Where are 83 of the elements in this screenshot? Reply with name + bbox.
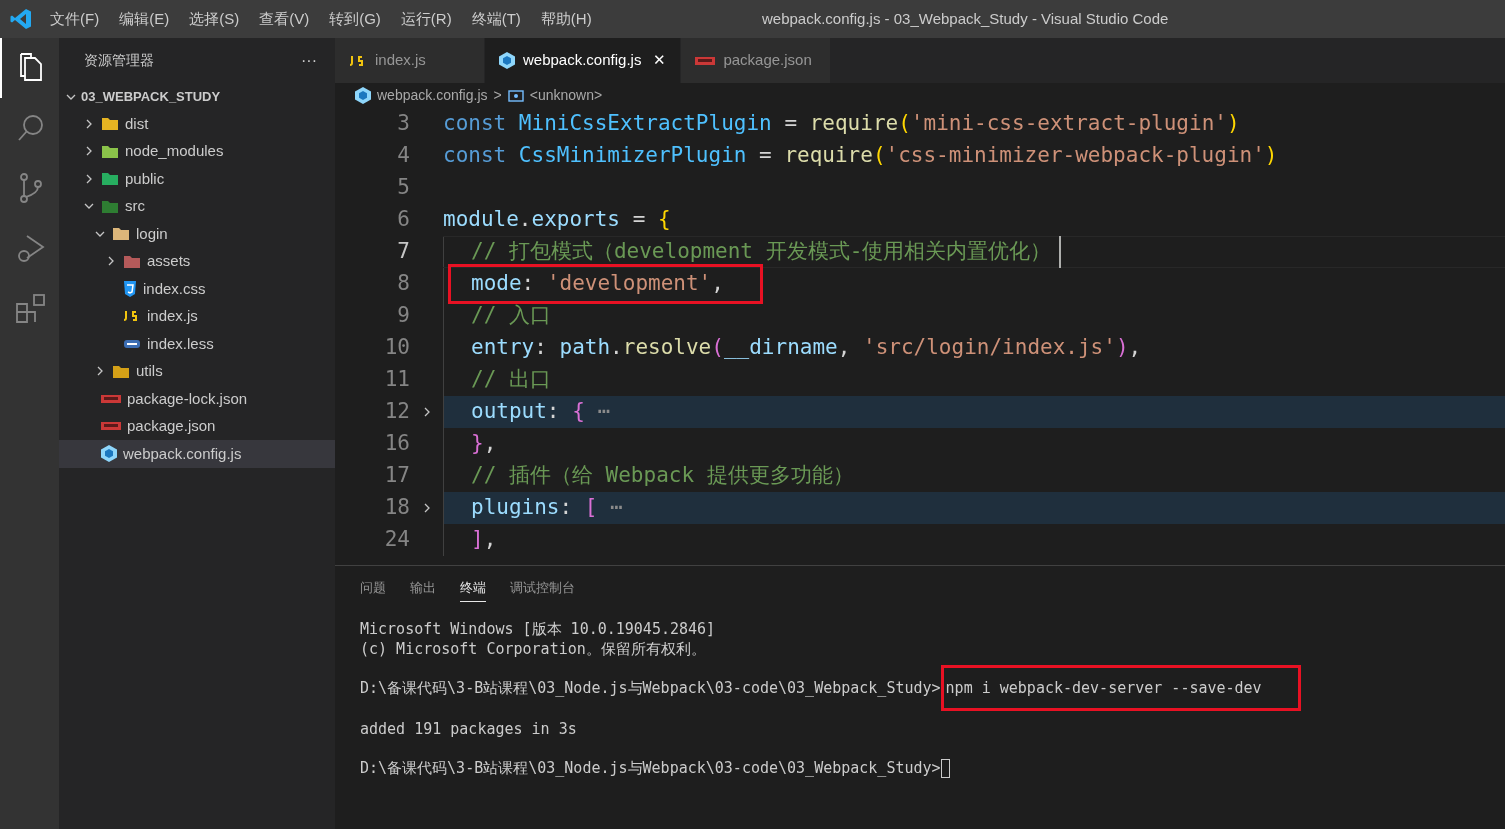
- tree-item[interactable]: index.less: [59, 330, 335, 358]
- menu-item[interactable]: 文件(F): [50, 7, 100, 31]
- hexagon-icon: [101, 445, 117, 463]
- line-number: 7: [396, 238, 410, 266]
- line-number: 4: [396, 142, 410, 170]
- close-icon[interactable]: ✕: [653, 49, 667, 72]
- tree-item[interactable]: package.json: [59, 412, 335, 440]
- terminal-prompt: D:\备课代码\3-B站课程\03_Node.js与Webpack\03-code\03_Webpack_Study>: [360, 757, 941, 779]
- folder-icon: [101, 143, 119, 159]
- menu-item[interactable]: 编辑(E): [119, 7, 170, 31]
- hexagon-icon: [499, 52, 515, 69]
- css-file-icon: [123, 280, 137, 297]
- tree-item[interactable]: public: [59, 165, 335, 193]
- code-line: ],: [443, 524, 1505, 556]
- npm-file-icon: [101, 394, 121, 403]
- menu-item[interactable]: 帮助(H): [540, 7, 592, 31]
- npm-file-icon: [101, 422, 121, 431]
- tree-item[interactable]: node_modules: [59, 137, 335, 165]
- code-line: const CssMinimizerPlugin = require('css-minimizer-webpack-plugin'): [443, 142, 1279, 170]
- line-number: 11: [383, 366, 410, 394]
- folder-icon: [101, 171, 119, 187]
- extensions-icon[interactable]: [14, 292, 47, 324]
- tree-item[interactable]: assets: [59, 247, 335, 275]
- line-number: 10: [383, 334, 410, 362]
- editor-tab[interactable]: webpack.config.js ✕: [485, 38, 682, 83]
- folder-icon: [123, 253, 141, 269]
- menu-item[interactable]: 查看(V): [259, 7, 310, 31]
- line-number: 16: [383, 430, 410, 458]
- code-line: // 入口: [443, 300, 1505, 332]
- menu-item[interactable]: 终端(T): [471, 7, 521, 31]
- code-line: const MiniCssExtractPlugin = require('mini-css-extract-plugin'): [443, 110, 1241, 138]
- panel-tab[interactable]: 终端: [460, 573, 486, 603]
- terminal-output: added 191 packages in 3s: [360, 719, 578, 738]
- sidebar-title: 资源管理器: [84, 51, 154, 70]
- more-actions[interactable]: ···: [301, 48, 317, 73]
- line-number: 24: [383, 526, 410, 554]
- code-line: // 打包模式（development 开发模式-使用相关内置优化）: [443, 236, 1505, 268]
- panel-tab[interactable]: 输出: [410, 573, 436, 603]
- tree-item[interactable]: package-lock.json: [59, 385, 335, 413]
- tree-item[interactable]: dist: [59, 110, 335, 138]
- terminal-prompt: D:\备课代码\3-B站课程\03_Node.js与Webpack\03-code\03_Webpack_Study>: [360, 677, 941, 699]
- folder-icon: [112, 226, 130, 242]
- editor-tab[interactable]: index.js: [335, 38, 485, 83]
- editor-tab[interactable]: package.json: [681, 38, 832, 83]
- tree-item[interactable]: index.js: [59, 302, 335, 330]
- search-icon[interactable]: [15, 113, 46, 143]
- folder-icon: [112, 363, 130, 379]
- code-line: },: [443, 428, 1505, 460]
- less-file-icon: [123, 338, 141, 349]
- line-number: 9: [396, 302, 410, 330]
- folder-icon: [101, 198, 119, 214]
- symbol-icon: [507, 89, 524, 102]
- panel-tab[interactable]: 问题: [360, 573, 386, 603]
- line-number: 18: [383, 494, 410, 522]
- terminal-command: npm i webpack-dev-server --save-dev: [945, 677, 1262, 699]
- tree-item[interactable]: 03_WEBPACK_STUDY: [59, 83, 335, 110]
- breadcrumb-item[interactable]: webpack.config.js: [377, 85, 488, 106]
- tree-item[interactable]: login: [59, 220, 335, 248]
- breadcrumb-item[interactable]: <unknown>: [529, 85, 603, 106]
- line-number: 17: [383, 462, 410, 490]
- app-logo-icon: [10, 8, 32, 30]
- line-number: 8: [396, 270, 410, 298]
- code-line: entry: path.resolve(__dirname, 'src/login/index.js'),: [443, 332, 1505, 364]
- folder-icon: [101, 116, 119, 132]
- tree-item[interactable]: utils: [59, 357, 335, 385]
- menu-item[interactable]: 转到(G): [329, 7, 381, 31]
- terminal-output: (c) Microsoft Corporation。保留所有权利。: [360, 639, 707, 658]
- terminal-output: Microsoft Windows [版本 10.0.19045.2846]: [360, 619, 717, 638]
- panel-tab[interactable]: 调试控制台: [510, 573, 575, 603]
- menu-item[interactable]: 选择(S): [189, 7, 240, 31]
- window-title: webpack.config.js - 03_Webpack_Study - Visual Studio Code: [762, 8, 1169, 29]
- hexagon-icon: [355, 87, 371, 104]
- tree-item[interactable]: webpack.config.js: [59, 440, 335, 468]
- line-number: 12: [383, 398, 410, 426]
- menu-item[interactable]: 运行(R): [400, 7, 452, 31]
- line-number: 5: [396, 174, 410, 202]
- tree-item[interactable]: src: [59, 192, 335, 220]
- npm-file-icon: [695, 56, 716, 65]
- line-number: 3: [396, 110, 410, 138]
- code-line: module.exports = {: [443, 206, 672, 234]
- tree-item[interactable]: index.css: [59, 275, 335, 303]
- line-number: 6: [396, 206, 410, 234]
- breadcrumb-separator: >: [493, 86, 502, 105]
